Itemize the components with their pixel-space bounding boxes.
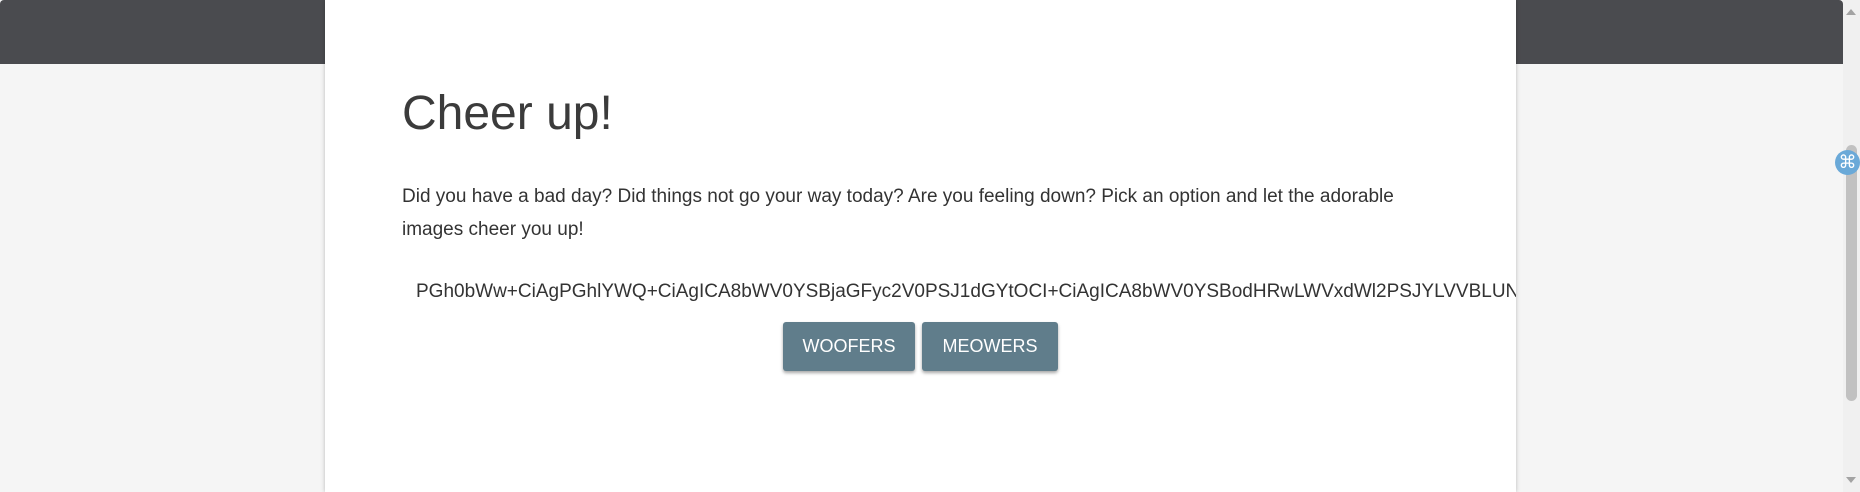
page-description: Did you have a bad day? Did things not g…	[402, 186, 1394, 240]
encoded-text: PGh0bWw+CiAgPGhlYWQ+CiAgICA8bWV0YSBjaGFy…	[416, 281, 1516, 302]
content-card: Cheer up! Did you have a bad day? Did th…	[325, 0, 1516, 492]
scroll-up-arrow-icon[interactable]	[1846, 9, 1856, 15]
vertical-scrollbar[interactable]	[1843, 0, 1860, 492]
page-title: Cheer up!	[402, 87, 613, 140]
scrollbar-thumb[interactable]	[1846, 145, 1857, 401]
command-key-icon[interactable]: ⌘	[1835, 150, 1860, 175]
meowers-button[interactable]: MEOWERS	[922, 322, 1058, 371]
woofers-button[interactable]: WOOFERS	[783, 322, 915, 371]
scroll-down-arrow-icon[interactable]	[1846, 477, 1856, 483]
